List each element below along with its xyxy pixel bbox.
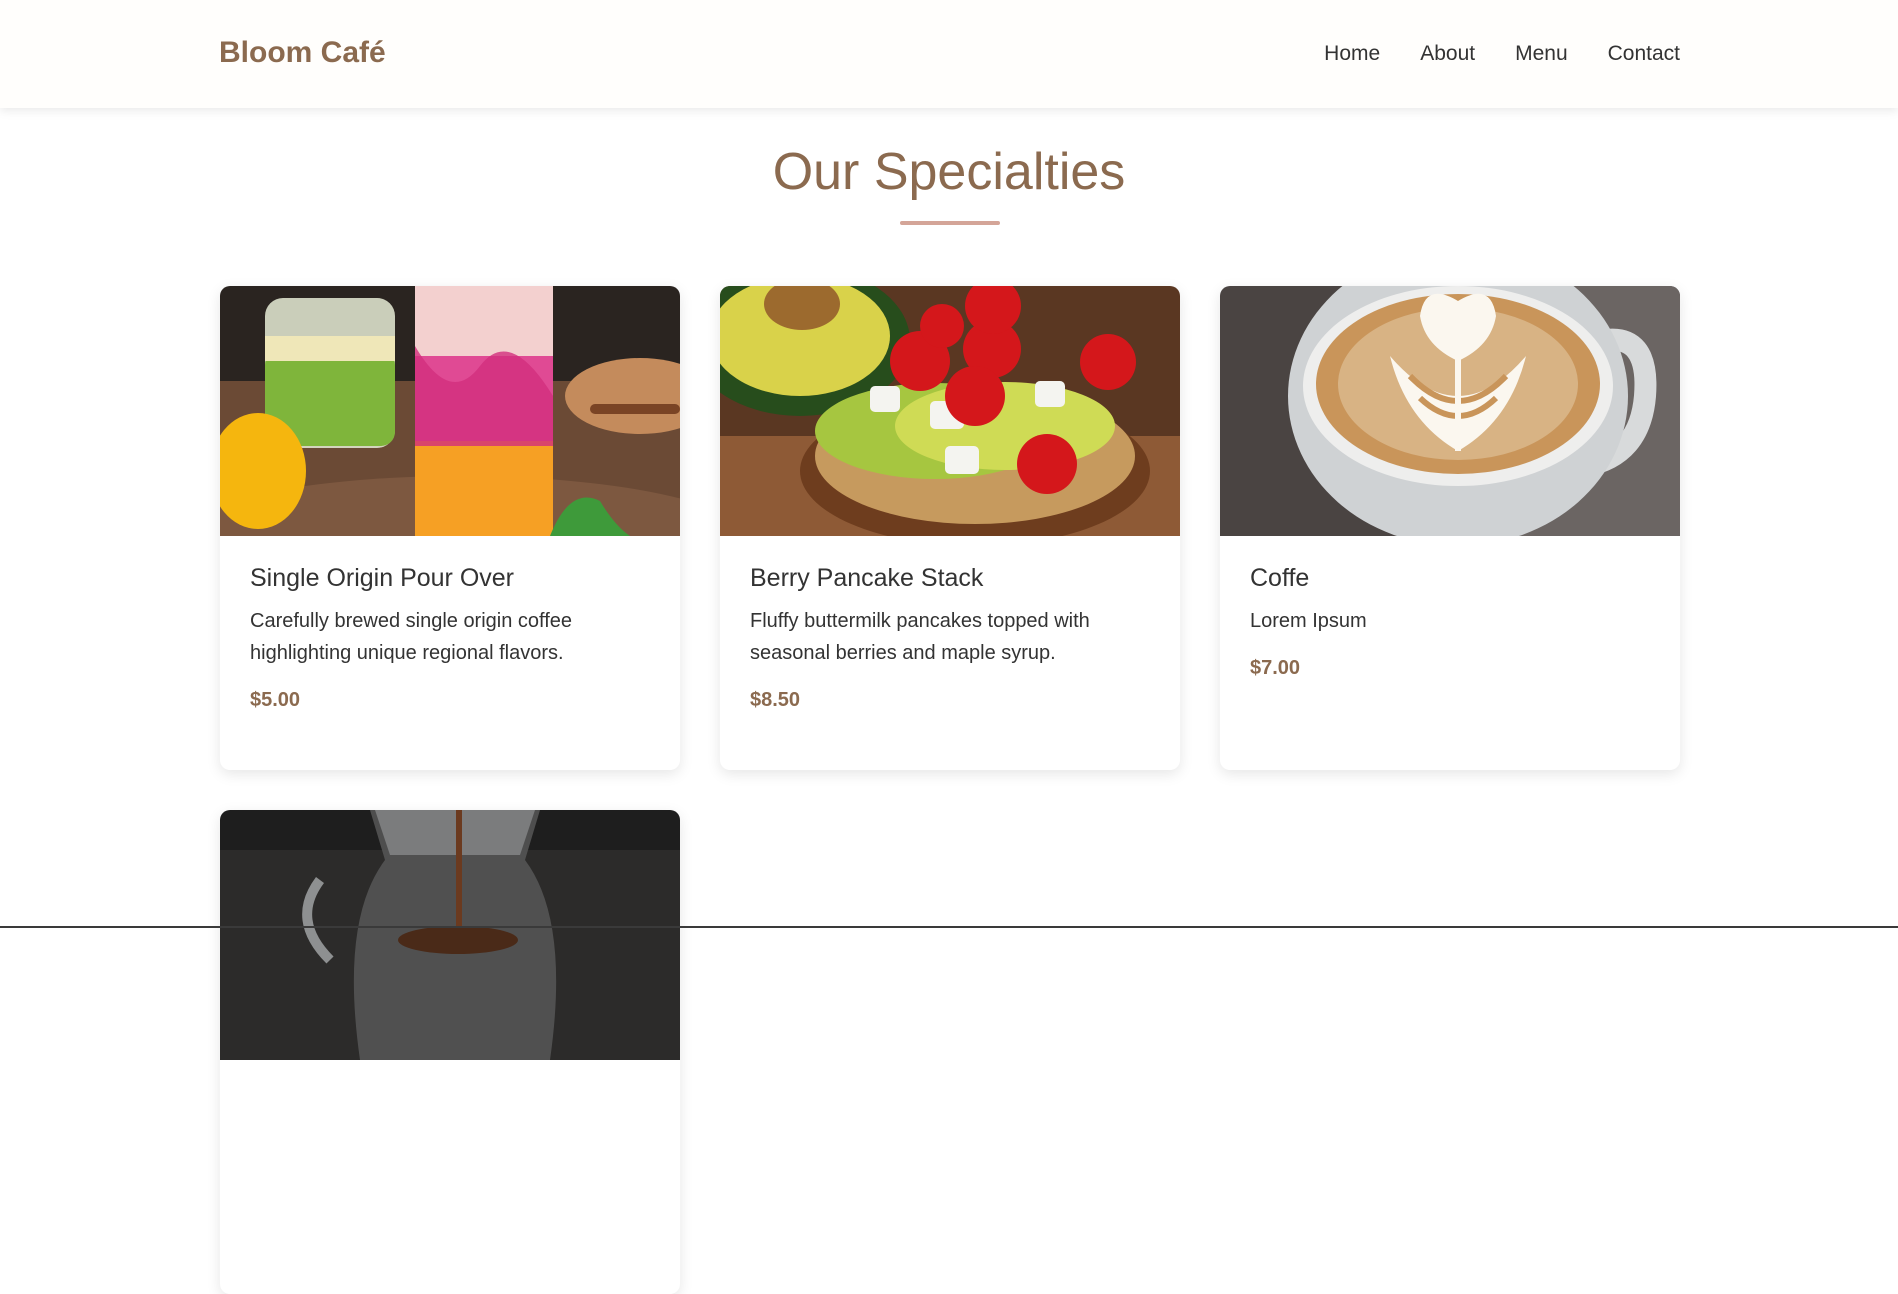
title-underline — [900, 221, 1000, 225]
site-header: Bloom Café Home About Menu Contact — [0, 0, 1898, 108]
card-title: Coffe — [1250, 564, 1310, 592]
pour-over-carafe-photo — [220, 810, 680, 1060]
nav-link-home[interactable]: Home — [1324, 42, 1380, 66]
brand-logo[interactable]: Bloom Café — [219, 36, 386, 70]
main-nav: Home About Menu Contact — [1324, 42, 1680, 66]
card-title: Berry Pancake Stack — [750, 564, 984, 592]
card-description: Fluffy buttermilk pancakes topped with s… — [750, 610, 1090, 664]
card-body: Coffe Lorem Ipsum $7.00 — [1250, 563, 1650, 680]
card-description: Lorem Ipsum — [1250, 610, 1367, 632]
avocado-toast-photo — [720, 286, 1180, 536]
nav-link-menu[interactable]: Menu — [1515, 42, 1568, 66]
card-title: Single Origin Pour Over — [250, 564, 515, 592]
menu-card-partial[interactable] — [220, 810, 680, 1294]
card-body: Berry Pancake Stack Fluffy buttermilk pa… — [750, 563, 1150, 712]
latte-art-photo — [1220, 286, 1680, 536]
menu-card-pour-over[interactable]: Single Origin Pour Over Carefully brewed… — [220, 286, 680, 770]
nav-link-about[interactable]: About — [1420, 42, 1475, 66]
menu-card-coffee[interactable]: Coffe Lorem Ipsum $7.00 — [1220, 286, 1680, 770]
card-price: $5.00 — [250, 689, 301, 711]
section-title: Our Specialties — [772, 143, 1126, 201]
card-description: Carefully brewed single origin coffee hi… — [250, 610, 573, 664]
menu-card-pancake[interactable]: Berry Pancake Stack Fluffy buttermilk pa… — [720, 286, 1180, 770]
card-price: $8.50 — [750, 689, 801, 711]
smoothie-drinks-photo — [220, 286, 680, 536]
nav-link-contact[interactable]: Contact — [1608, 42, 1680, 66]
card-body: Single Origin Pour Over Carefully brewed… — [250, 563, 650, 712]
card-price: $7.00 — [1250, 657, 1301, 679]
